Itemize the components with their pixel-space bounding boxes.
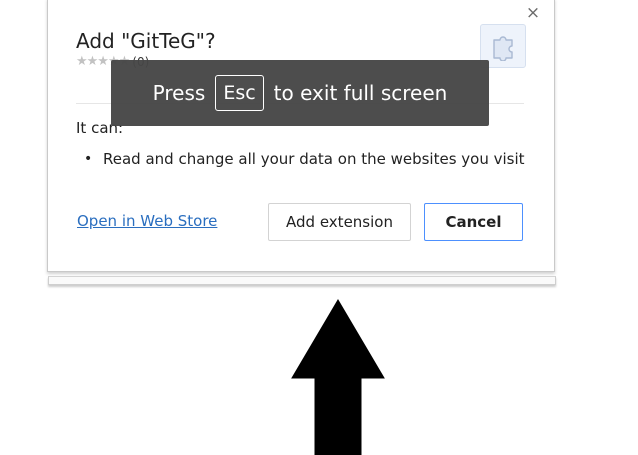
fullscreen-exit-toast: Press Esc to exit full screen [111,60,489,126]
dialog-title: Add "GitTeG"? [76,29,216,53]
close-icon[interactable]: × [525,4,541,22]
up-arrow-icon [291,299,385,455]
bullet-icon: • [84,151,93,167]
toast-suffix: to exit full screen [273,81,448,105]
puzzle-piece-glyph [493,36,513,61]
screen: × Add "GitTeG"? ★★★★★ (0) It can: • Read… [0,0,638,455]
toast-prefix: Press [152,81,206,105]
dialog-shadow-layer [48,276,556,285]
add-extension-button[interactable]: Add extension [268,203,411,241]
permission-item: • Read and change all your data on the w… [84,150,525,168]
esc-key-badge: Esc [215,75,264,111]
open-in-web-store-link[interactable]: Open in Web Store [77,212,217,230]
permission-text: Read and change all your data on the web… [103,150,525,168]
cancel-button[interactable]: Cancel [424,203,523,241]
